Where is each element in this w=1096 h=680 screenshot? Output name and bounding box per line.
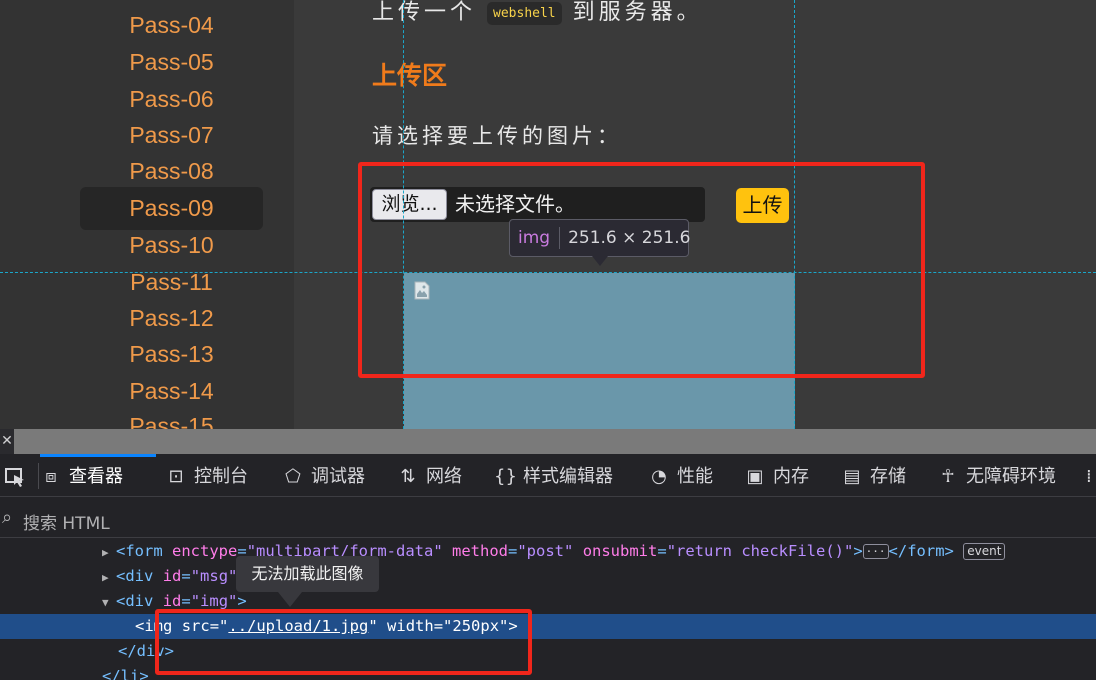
- sidebar-item-pass-09[interactable]: Pass-09: [80, 187, 263, 230]
- tab-network[interactable]: ⇅ 网络: [397, 454, 462, 497]
- sidebar: Pass-04 Pass-05 Pass-06 Pass-07 Pass-08 …: [0, 0, 294, 429]
- tab-inspector[interactable]: ⧈ 查看器: [40, 454, 156, 497]
- intro-code: webshell: [487, 1, 562, 25]
- tab-label: 无障碍环境: [966, 466, 1056, 487]
- picker-glyph-icon: [5, 468, 24, 487]
- tab-label: 网络: [426, 466, 462, 487]
- collapsed-ellipsis[interactable]: ···: [862, 544, 889, 559]
- storage-icon: ▤: [843, 466, 861, 487]
- sidebar-item-pass-04[interactable]: Pass-04: [80, 7, 263, 43]
- expand-arrow-icon[interactable]: ▶: [102, 565, 116, 590]
- devtools-splitter[interactable]: [0, 429, 1096, 454]
- tab-accessibility[interactable]: ☥ 无障碍环境: [937, 454, 1056, 497]
- annotation-box-upload: [358, 162, 925, 378]
- event-badge[interactable]: event: [963, 543, 1006, 560]
- tab-debugger[interactable]: ⬠ 调试器: [282, 454, 365, 497]
- tab-label: 性能: [677, 466, 713, 487]
- sidebar-item-pass-08[interactable]: Pass-08: [80, 153, 263, 189]
- tab-storage[interactable]: ▤ 存储: [841, 454, 906, 497]
- devtools-toolbar: ⧈ 查看器 ⊡ 控制台 ⬠ 调试器 ⇅ 网络 {} 样式编辑器 ◔ 性能 ▣ 内存 ▤ 存储 ☥…: [0, 454, 1096, 497]
- intro-text: 上传一个 webshell 到服务器。: [372, 0, 703, 26]
- tab-performance[interactable]: ◔ 性能: [648, 454, 713, 497]
- search-input[interactable]: 搜索 HTML: [23, 509, 110, 534]
- element-picker-icon[interactable]: [0, 454, 30, 497]
- tab-label: 样式编辑器: [523, 466, 613, 487]
- html-search-bar[interactable]: [0, 498, 1096, 538]
- network-icon: ⇅: [400, 466, 416, 487]
- sidebar-item-pass-13[interactable]: Pass-13: [80, 336, 263, 372]
- search-icon: ⌕: [2, 507, 13, 528]
- sidebar-item-pass-11[interactable]: Pass-11: [80, 264, 263, 300]
- intro-suffix: 到服务器。: [572, 0, 703, 25]
- tab-label: 控制台: [194, 466, 248, 487]
- page-viewport: Pass-04 Pass-05 Pass-06 Pass-07 Pass-08 …: [0, 0, 1096, 429]
- sidebar-item-pass-05[interactable]: Pass-05: [80, 44, 263, 80]
- sidebar-item-pass-07[interactable]: Pass-07: [80, 117, 263, 153]
- image-load-error-tooltip: 无法加载此图像: [236, 556, 379, 592]
- splitter-close-icon[interactable]: ✕: [0, 429, 14, 454]
- collapse-arrow-icon[interactable]: ▼: [102, 590, 116, 615]
- accessibility-icon: ☥: [941, 466, 955, 487]
- section-title: 上传区: [372, 61, 448, 90]
- sidebar-item-pass-06[interactable]: Pass-06: [80, 81, 263, 117]
- expand-arrow-icon[interactable]: ▶: [102, 540, 116, 565]
- select-prompt: 请选择要上传的图片：: [372, 124, 622, 148]
- intro-prefix: 上传一个: [372, 0, 477, 25]
- performance-icon: ◔: [651, 466, 667, 487]
- sidebar-item-pass-12[interactable]: Pass-12: [80, 300, 263, 336]
- image-tooltip-arrow: [278, 592, 302, 607]
- memory-icon: ▣: [746, 466, 764, 487]
- tab-label: 查看器: [69, 466, 123, 487]
- toolbar-divider: [38, 463, 39, 489]
- style-editor-icon: {}: [494, 466, 517, 487]
- tab-label: 调试器: [311, 466, 365, 487]
- tree-node-div-msg[interactable]: ▶<div id="msg">: [0, 564, 1096, 589]
- console-icon: ⊡: [168, 466, 184, 487]
- tab-memory[interactable]: ▣ 内存: [744, 454, 809, 497]
- tab-console[interactable]: ⊡ 控制台: [165, 454, 248, 497]
- inspector-icon: ⧈: [45, 466, 57, 487]
- sidebar-item-pass-10[interactable]: Pass-10: [80, 227, 263, 263]
- tree-node-form[interactable]: ▶ <form enctype="multipart/form-data" met…: [0, 539, 1096, 564]
- tab-label: 内存: [773, 466, 809, 487]
- overflow-icon[interactable]: ⁞: [1086, 454, 1096, 497]
- tab-label: 存储: [870, 466, 906, 487]
- sidebar-item-pass-15[interactable]: Pass-15: [80, 408, 263, 429]
- sidebar-item-pass-14[interactable]: Pass-14: [80, 373, 263, 409]
- tab-style-editor[interactable]: {} 样式编辑器: [494, 454, 613, 497]
- debugger-icon: ⬠: [285, 466, 301, 487]
- annotation-box-img-node: [155, 609, 532, 675]
